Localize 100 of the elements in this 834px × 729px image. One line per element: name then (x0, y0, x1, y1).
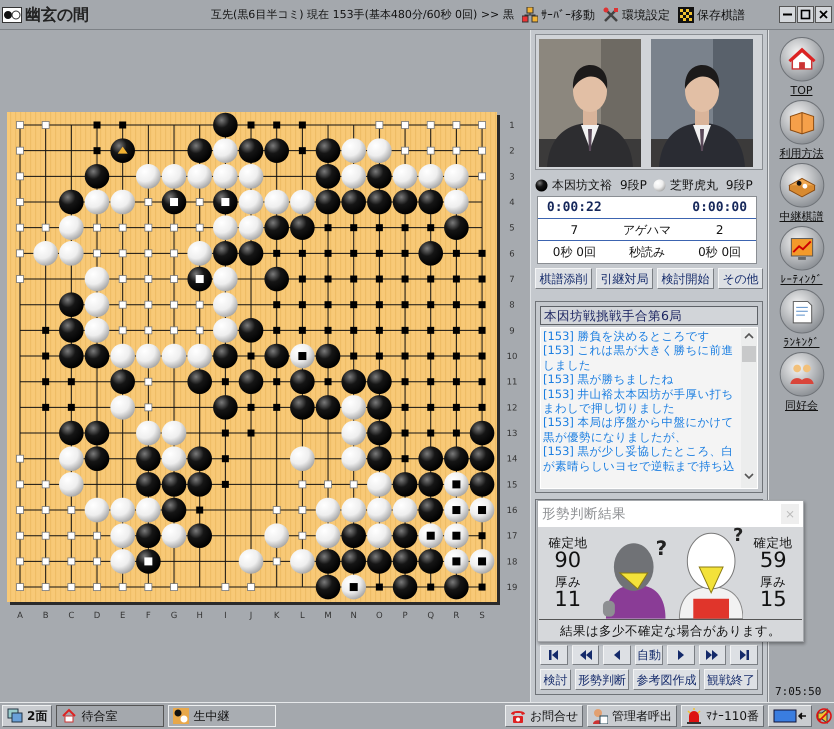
coordinate-label: H (196, 611, 203, 621)
coordinate-label: 3 (509, 172, 515, 182)
maximize-button[interactable] (797, 6, 814, 23)
network-icon (522, 6, 538, 22)
action-button[interactable]: 観戦終了 (704, 669, 758, 690)
tools-icon (602, 6, 619, 22)
territory-value: 59 (760, 548, 787, 571)
game-button[interactable]: 棋譜添削 (535, 268, 592, 289)
coordinate-label: 2 (509, 146, 515, 157)
people-icon (778, 351, 826, 398)
coordinate-label: 5 (509, 224, 515, 234)
coordinate-label: 19 (506, 583, 518, 594)
game-button[interactable]: その他 (718, 268, 763, 289)
territory-value: 90 (554, 548, 582, 571)
siren-icon (686, 708, 702, 724)
chat-message: [153] 勝負を決めるところです (543, 329, 711, 344)
thickness-label: 厚み (759, 575, 788, 588)
sidebar-link[interactable]: 中継棋譜 (769, 162, 834, 225)
house-icon (778, 36, 826, 82)
capture-count: 7 (570, 222, 580, 238)
coordinate-label: 10 (506, 352, 518, 362)
screens-button[interactable]: 2面 (2, 705, 52, 727)
phone-icon (510, 708, 526, 724)
coordinate-label: N (350, 611, 357, 621)
byoyomi-label: 秒読み (628, 244, 666, 261)
coordinate-label: 7 (509, 275, 515, 286)
game-button[interactable]: 検討開始 (657, 268, 714, 289)
nav-button[interactable] (603, 645, 632, 665)
skip-to-end-icon (738, 649, 750, 661)
sidebar-link[interactable]: 利用方法 (769, 99, 834, 162)
close-button[interactable] (815, 6, 832, 23)
captures-label: アゲハマ (622, 222, 672, 238)
grid-icon (678, 6, 694, 22)
sidebar-link[interactable]: 同好会 (769, 351, 834, 414)
minimize-button[interactable] (779, 6, 796, 23)
house-icon (61, 708, 78, 724)
coordinate-label: 16 (506, 506, 518, 516)
game-info: 互先(黒6目半コミ) 現在 153手(基本480分/60秒 0回) >> 黒 (211, 6, 514, 22)
player-rank: 9段P (726, 177, 753, 194)
minimize-icon (783, 13, 792, 16)
nav-button[interactable]: 自動 (635, 645, 663, 665)
coordinate-label: 11 (506, 378, 518, 388)
person-icon (592, 708, 608, 724)
windows-icon (7, 708, 23, 724)
sidebar-link[interactable]: ﾗﾝｷﾝｸﾞ (769, 288, 834, 351)
sidebar-link[interactable]: TOP (769, 36, 834, 99)
stone-icon (535, 178, 548, 192)
coordinate-label: I (224, 611, 227, 621)
skip-to-start-icon (548, 649, 560, 661)
sidebar-link[interactable]: ﾚｰﾃｨﾝｸﾞ (769, 225, 834, 288)
taskbar-button[interactable]: お問合せ (505, 705, 584, 727)
nav-button[interactable] (698, 645, 726, 665)
coordinate-label: 4 (509, 198, 515, 208)
scrollbar[interactable] (741, 328, 757, 488)
nav-button[interactable] (572, 645, 600, 665)
chart-icon (778, 225, 826, 272)
chat-message: [153] これは黒が大きく勝ちに前進しました (543, 343, 735, 372)
nav-button[interactable] (730, 645, 758, 665)
stone-icon (652, 178, 666, 192)
coordinate-label: M (324, 611, 332, 621)
monitor-icon (773, 709, 807, 723)
coordinate-label: 13 (506, 429, 518, 440)
go-stones-icon (2, 6, 22, 22)
chat-message: [153] 黒が勝ちましたね (543, 372, 675, 387)
menu-button[interactable]: 保存棋譜 (674, 6, 749, 24)
coordinate-label: L (300, 611, 305, 621)
coordinate-label: K (274, 611, 280, 621)
taskbar-tab[interactable]: 待合室 (56, 705, 164, 727)
chat-title: 本因坊戦挑戦手合第6局 (540, 306, 758, 325)
action-button[interactable]: 検討 (540, 669, 570, 690)
chat-message: [153] 本局は序盤から中盤にかけて黒が優勢になりましたが、 (543, 415, 735, 444)
thickness-value: 11 (553, 588, 582, 610)
coordinate-label: 18 (506, 557, 518, 568)
coordinate-label: F (146, 611, 151, 621)
nav-button[interactable] (540, 645, 568, 665)
taskbar-button[interactable]: 管理者呼出 (587, 705, 678, 727)
go-board-icon (778, 162, 826, 208)
coordinate-label: J (250, 611, 252, 621)
territory-label: 確定地 (547, 536, 588, 549)
menu-button[interactable]: ｻｰﾊﾞｰ移動 (518, 6, 599, 24)
menu-button[interactable]: 環境設定 (598, 6, 674, 24)
taskbar-tab[interactable]: 生中継 (168, 705, 276, 727)
display-button[interactable] (768, 705, 812, 727)
action-button[interactable]: 形勢判断 (574, 669, 629, 690)
coordinate-label: 6 (509, 249, 515, 260)
muted-speaker-icon[interactable] (816, 707, 832, 725)
action-button[interactable]: 参考図作成 (633, 669, 700, 690)
game-button[interactable]: 引継対局 (596, 268, 653, 289)
book-icon (778, 99, 826, 146)
coordinate-label: Q (427, 611, 434, 621)
chat-message: [153] 黒が少し妥協したところ、白が素晴らしいヨセで逆転まで持ち込 (543, 444, 736, 474)
coordinate-label: E (120, 611, 126, 621)
player-name: 本因坊文裕 (552, 177, 612, 194)
thickness-value: 15 (758, 588, 788, 610)
taskbar-button[interactable]: ﾏﾅｰ110番 (681, 705, 764, 727)
time-remaining: 0:00:22 (546, 198, 603, 217)
byoyomi-value: 0秒 0回 (697, 244, 742, 261)
nav-button[interactable] (666, 645, 695, 665)
coordinate-label: 15 (506, 480, 518, 490)
chat-message: [153] 井山裕太本因坊が手厚い打ちまわしで押し切りました (543, 386, 735, 416)
